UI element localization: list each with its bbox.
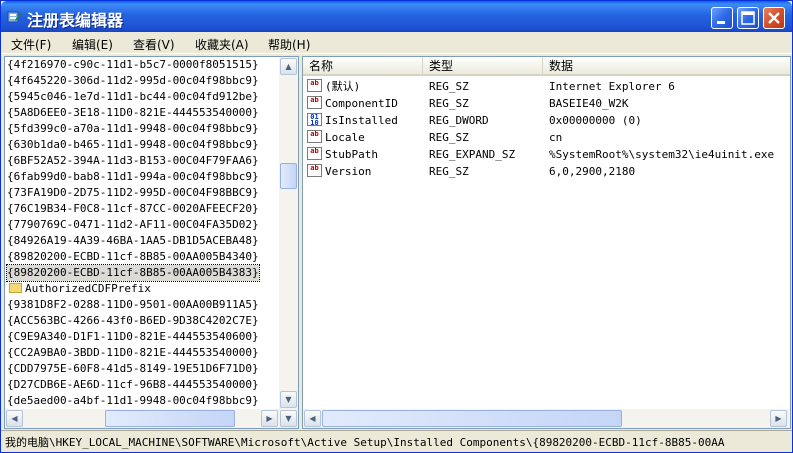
scroll-thumb-horizontal[interactable] [322, 410, 622, 427]
value-data: 0x00000000 (0) [549, 114, 642, 127]
scroll-right-button[interactable]: ▶ [770, 410, 787, 427]
tree-item[interactable]: {ACC563BC-4266-43f0-B6ED-9D38C4202C7E} [7, 313, 259, 329]
tree-item[interactable]: {89820200-ECBD-11cf-8B85-00AA005B4340} [7, 249, 259, 265]
regedit-app-icon [7, 11, 22, 23]
scroll-corner-down-button[interactable]: ▼ [280, 410, 297, 427]
value-type: REG_SZ [429, 165, 469, 178]
tree-item-subkey[interactable]: AuthorizedCDFPrefix [9, 281, 151, 297]
scroll-right-button[interactable]: ▶ [261, 410, 278, 427]
string-value-icon: ab [307, 130, 322, 143]
value-type: REG_SZ [429, 97, 469, 110]
tree-item-selected[interactable]: {89820200-ECBD-11cf-8B85-00AA005B4383} [6, 264, 260, 282]
tree-vertical-scrollbar[interactable]: ▲ ▼ [279, 57, 298, 409]
tree-item[interactable]: {6BF52A52-394A-11d3-B153-00C04F79FAA6} [7, 153, 259, 169]
tree-item-subkey-label: AuthorizedCDFPrefix [25, 282, 151, 295]
string-value-icon: ab [307, 147, 322, 160]
maximize-icon [741, 11, 755, 25]
tree-item[interactable]: {CDD7975E-60F8-41d5-8149-19E51D6F71D0} [7, 361, 259, 377]
scroll-thumb[interactable] [280, 163, 297, 189]
string-value-icon: ab [307, 79, 322, 92]
tree-item[interactable]: {5fd399c0-a70a-11d1-9948-00c04f98bbc9} [7, 121, 259, 137]
value-type: REG_SZ [429, 131, 469, 144]
column-header-data[interactable]: 数据 [543, 57, 790, 76]
minimize-icon [717, 21, 725, 24]
tree-item[interactable]: {D27CDB6E-AE6D-11cf-96B8-444553540000} [7, 377, 259, 393]
value-name: Version [325, 165, 372, 178]
menu-bar: 文件(F) 编辑(E) 查看(V) 收藏夹(A) 帮助(H) [1, 32, 792, 54]
minimize-button[interactable] [711, 7, 733, 29]
value-type: REG_EXPAND_SZ [429, 148, 516, 161]
value-name: Locale [325, 131, 365, 144]
key-tree-pane[interactable]: {4f216970-c90c-11d1-b5c7-0000f8051515} {… [4, 56, 299, 429]
tree-item[interactable]: {5945c046-1e7d-11d1-bc44-00c04fd912be} [7, 89, 259, 105]
value-data: 6,0,2900,2180 [549, 165, 636, 178]
tree-horizontal-scrollbar[interactable]: ◀ ▶ ▼ [5, 409, 298, 428]
scroll-thumb-horizontal[interactable] [105, 410, 235, 427]
value-data: BASEIE40_W2K [549, 97, 629, 110]
window-title: 注册表编辑器 [27, 11, 124, 30]
folder-icon [9, 283, 22, 293]
tree-item[interactable]: {6fab99d0-bab8-11d1-994a-00c04f98bbc9} [7, 169, 259, 185]
maximize-button[interactable] [737, 7, 759, 29]
values-pane[interactable]: 名称 类型 数据 ab (默认) REG_SZ Internet Explorer… [302, 56, 791, 429]
tree-item[interactable]: {7790769C-0471-11d2-AF11-00C04FA35D02} [7, 217, 259, 233]
binary-value-icon: 01 10 [307, 113, 322, 126]
menu-favorites[interactable]: 收藏夹(A) [195, 36, 249, 53]
regedit-window: 注册表编辑器 文件(F) 编辑(E) 查看(V) 收藏夹(A) 帮助(H) {4… [0, 0, 793, 453]
tree-item[interactable]: {630b1da0-b465-11d1-9948-00c04f98bbc9} [7, 137, 259, 153]
title-bar[interactable]: 注册表编辑器 [1, 1, 792, 32]
menu-help[interactable]: 帮助(H) [268, 36, 310, 53]
string-value-icon: ab [307, 164, 322, 177]
value-data: Internet Explorer 6 [549, 80, 675, 93]
tree-item[interactable]: {9381D8F2-0288-11D0-9501-00AA00B911A5} [7, 297, 259, 313]
column-header-name[interactable]: 名称 [303, 57, 423, 76]
scroll-down-button[interactable]: ▼ [280, 391, 297, 408]
tree-item[interactable]: {76C19B34-F0C8-11cf-87CC-0020AFEECF20} [7, 201, 259, 217]
value-type: REG_DWORD [429, 114, 489, 127]
value-name: StubPath [325, 148, 378, 161]
values-horizontal-scrollbar[interactable]: ◀ ▶ [303, 409, 790, 428]
scroll-left-button[interactable]: ◀ [304, 410, 321, 427]
value-name: IsInstalled [325, 114, 398, 127]
value-data: %SystemRoot%\system32\ie4uinit.exe [549, 148, 775, 161]
close-icon [768, 12, 780, 24]
tree-item[interactable]: {4f645220-306d-11d2-995d-00c04f98bbc9} [7, 73, 259, 89]
value-name: (默认) [325, 80, 361, 93]
menu-view[interactable]: 查看(V) [133, 36, 175, 53]
tree-item[interactable]: {84926A19-4A39-46BA-1AA5-DB1D5ACEBA48} [7, 233, 259, 249]
menu-file[interactable]: 文件(F) [11, 36, 51, 53]
scroll-left-button[interactable]: ◀ [6, 410, 23, 427]
tree-item[interactable]: {73FA19D0-2D75-11D2-995D-00C04F98BBC9} [7, 185, 259, 201]
tree-item[interactable]: {5A8D6EE0-3E18-11D0-821E-444553540000} [7, 105, 259, 121]
tree-item[interactable]: {4f216970-c90c-11d1-b5c7-0000f8051515} [7, 57, 259, 73]
scroll-up-button[interactable]: ▲ [280, 58, 297, 75]
value-type: REG_SZ [429, 80, 469, 93]
menu-edit[interactable]: 编辑(E) [72, 36, 113, 53]
close-button[interactable] [763, 7, 785, 29]
tree-item[interactable]: {de5aed00-a4bf-11d1-9948-00c04f98bbc9} [7, 393, 259, 409]
tree-item[interactable]: {CC2A9BA0-3BDD-11D0-821E-444553540000} [7, 345, 259, 361]
value-name: ComponentID [325, 97, 398, 110]
string-value-icon: ab [307, 96, 322, 109]
value-data: cn [549, 131, 563, 144]
column-header-type[interactable]: 类型 [423, 57, 543, 76]
status-path: 我的电脑\HKEY_LOCAL_MACHINE\SOFTWARE\Microso… [5, 436, 725, 449]
status-bar: 我的电脑\HKEY_LOCAL_MACHINE\SOFTWARE\Microso… [1, 430, 792, 452]
tree-item[interactable]: {C9E9A340-D1F1-11D0-821E-444553540600} [7, 329, 259, 345]
